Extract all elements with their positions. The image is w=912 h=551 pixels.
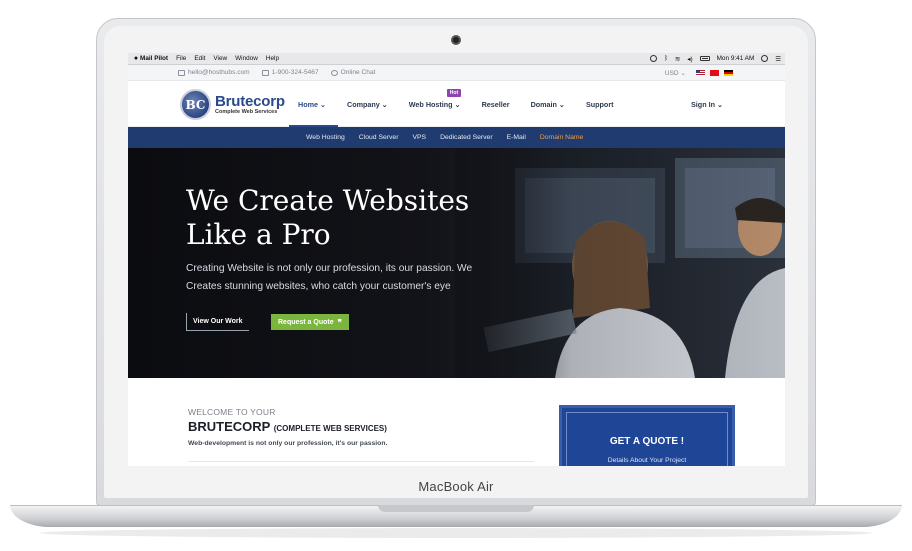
laptop-shadow (40, 528, 872, 538)
hero-banner: We Create Websites Like a Pro Creating W… (128, 148, 785, 378)
time-machine-icon[interactable] (650, 55, 658, 62)
welcome-divider (188, 461, 534, 462)
spotlight-search-icon[interactable] (761, 55, 769, 62)
menubar-clock[interactable]: Mon 9:41 AM (717, 55, 755, 62)
main-navbar: BC Brutecorp Complete Web Services Home … (128, 81, 785, 127)
topbar-chat[interactable]: Online Chat (330, 69, 376, 76)
us-flag-icon[interactable] (696, 69, 705, 76)
brand-tagline: Complete Web Services (215, 109, 278, 115)
subnav-vps[interactable]: VPS (412, 134, 426, 141)
laptop-frame: ● Mail Pilot File Edit View Window Help … (0, 0, 912, 551)
hero-title-line-1: We Create Websites (186, 184, 470, 217)
envelope-icon (178, 69, 185, 76)
welcome-title: BRUTECORP (COMPLETE WEB SERVICES) (188, 419, 387, 434)
germany-flag-icon[interactable] (724, 69, 733, 76)
brand-logo-mark: BC (180, 89, 211, 120)
subnav-dedicated-server[interactable]: Dedicated Server (440, 134, 493, 141)
phone-icon (261, 69, 269, 76)
get-quote-subtitle: Details About Your Project (607, 457, 687, 464)
chat-icon (330, 69, 338, 76)
topbar-phone-text: 1-900-324-5467 (271, 69, 319, 76)
get-quote-box[interactable]: GET A QUOTE ! Details About Your Project (559, 405, 735, 466)
request-quote-button[interactable]: Request a Quote ❞ (271, 314, 349, 330)
screen: ● Mail Pilot File Edit View Window Help … (128, 53, 785, 466)
macbook-air-label: MacBook Air (418, 479, 494, 494)
sign-in-link[interactable]: Sign In ⌄ (691, 81, 723, 127)
nav-item-support[interactable]: Support (586, 81, 614, 127)
welcome-tagline: Web-development is not only our professi… (188, 440, 388, 447)
hero-description-line-1: Creating Website is not only our profess… (186, 263, 473, 274)
hot-badge: Hot (446, 89, 462, 97)
sub-navbar: Web Hosting Cloud Server VPS Dedicated S… (128, 127, 785, 148)
welcome-section: WELCOME TO YOUR BRUTECORP (COMPLETE WEB … (128, 383, 785, 466)
menubar-status-area: ᛒ ≋ ◂) Mon 9:41 AM ☰ (643, 55, 781, 63)
bluetooth-icon[interactable]: ᛒ (664, 55, 668, 62)
wifi-icon[interactable]: ≋ (675, 55, 680, 63)
nav-item-web-hosting-label: Web Hosting ⌄ (408, 99, 461, 109)
topbar-chat-text: Online Chat (340, 69, 376, 76)
nav-item-reseller[interactable]: Reseller (482, 81, 510, 127)
hero-title-line-2: Like a Pro (186, 218, 331, 251)
nav-item-web-hosting[interactable]: Hot Web Hosting ⌄ (408, 81, 462, 127)
subnav-cloud-server[interactable]: Cloud Server (359, 134, 399, 141)
battery-icon[interactable] (699, 56, 710, 61)
menubar-help[interactable]: Help (266, 55, 279, 62)
nav-item-domain[interactable]: Domain ⌄ (531, 81, 565, 127)
menubar-window[interactable]: Window (235, 55, 258, 62)
contact-topbar: hello@hosthubs.com 1-900-324-5467 Online… (128, 65, 785, 81)
currency-select[interactable]: USD ⌄ (665, 69, 686, 77)
menubar-edit[interactable]: Edit (194, 55, 205, 62)
quote-icon: ❞ (337, 317, 342, 327)
currency-label: USD (664, 69, 679, 77)
topbar-email[interactable]: hello@hosthubs.com (178, 69, 250, 76)
nav-item-home[interactable]: Home ⌄ (289, 81, 338, 127)
notification-center-icon[interactable]: ☰ (775, 55, 781, 63)
hero-description: Creating Website is not only our profess… (186, 260, 506, 296)
subnav-email[interactable]: E-Mail (507, 134, 526, 141)
macos-menubar: ● Mail Pilot File Edit View Window Help … (128, 53, 785, 65)
get-quote-title: GET A QUOTE ! (609, 436, 685, 447)
volume-icon[interactable]: ◂) (687, 55, 692, 63)
nav-menu: Home ⌄ Company ⌄ Hot Web Hosting ⌄ Resel… (289, 81, 635, 127)
topbar-phone[interactable]: 1-900-324-5467 (261, 69, 319, 76)
topbar-email-text: hello@hosthubs.com (188, 69, 250, 76)
welcome-title-main: BRUTECORP (188, 419, 271, 434)
brand-name: Brutecorp (215, 93, 285, 110)
brand-logo-text: Brutecorp Complete Web Services (215, 94, 285, 115)
welcome-kicker: WELCOME TO YOUR (188, 407, 276, 417)
topbar-locale: USD ⌄ (665, 69, 785, 77)
brand-logo[interactable]: BC Brutecorp Complete Web Services (180, 89, 285, 120)
request-quote-label: Request a Quote (278, 318, 334, 326)
menubar-app-name[interactable]: Mail Pilot (140, 55, 168, 62)
view-our-work-button[interactable]: View Our Work (186, 313, 249, 331)
subnav-web-hosting[interactable]: Web Hosting (306, 134, 345, 141)
menubar-file[interactable]: File (176, 55, 186, 62)
laptop-hinge-notch (378, 505, 534, 512)
welcome-title-small: (COMPLETE WEB SERVICES) (273, 424, 387, 433)
menubar-view[interactable]: View (213, 55, 227, 62)
subnav-domain-name[interactable]: Domain Name (540, 134, 583, 141)
hero-description-line-2: Creates stunning websites, who catch you… (186, 281, 451, 292)
hero-title: We Create Websites Like a Pro (186, 184, 546, 252)
apple-icon[interactable]: ● (132, 55, 140, 62)
nav-item-company[interactable]: Company ⌄ (347, 81, 388, 127)
turkey-flag-icon[interactable] (710, 69, 719, 76)
camera-icon (451, 35, 461, 45)
